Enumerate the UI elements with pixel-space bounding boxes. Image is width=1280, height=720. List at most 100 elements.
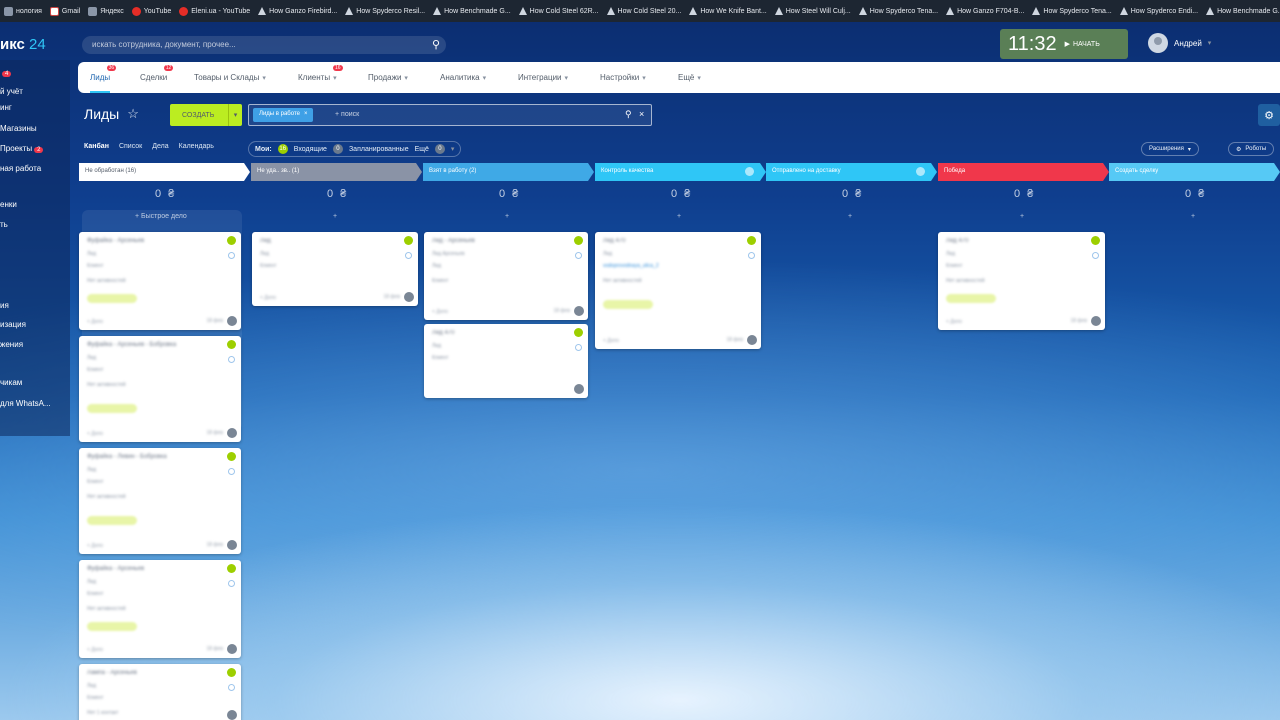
bookmark-item[interactable]: Gmail: [49, 6, 80, 16]
filter-chip[interactable]: Лиды в работе ×: [253, 108, 314, 122]
lead-card[interactable]: Фуфайка - Арсеньев Лид Клиент Нет активност…: [79, 232, 241, 330]
phone-icon[interactable]: [228, 580, 235, 587]
stage-header[interactable]: Контроль качества: [595, 163, 766, 181]
planned-label[interactable]: Запланированные: [349, 146, 409, 153]
phone-icon[interactable]: [748, 252, 755, 259]
bookmark-item[interactable]: Eleni.ua - YouTube: [179, 6, 250, 16]
gear-icon[interactable]: [916, 167, 925, 176]
phone-icon[interactable]: [228, 252, 235, 259]
bitrix-logo[interactable]: икс 24: [0, 36, 46, 53]
bookmark-item[interactable]: How We Knife Bant...: [689, 7, 767, 15]
tab-item[interactable]: Настройки ▾: [600, 62, 646, 93]
lead-card[interactable]: Лид Лид Клиент + Дело 18 фев: [252, 232, 418, 306]
card-title[interactable]: Фуфайка - Арсеньев: [87, 238, 144, 244]
phone-icon[interactable]: [575, 344, 582, 351]
add-activity-link[interactable]: + Дело: [87, 543, 103, 549]
lead-card[interactable]: Фуфайка - Левин - Бобровка Лид Клиент Нет а…: [79, 448, 241, 554]
add-activity-link[interactable]: + Дело: [87, 647, 103, 653]
sidebar-item[interactable]: чикам: [0, 378, 22, 387]
add-activity-link[interactable]: + Дело: [603, 338, 619, 344]
sidebar-item[interactable]: 4: [0, 68, 12, 77]
user-menu[interactable]: Андрей ▾: [1148, 33, 1211, 53]
tab-item[interactable]: Интеграции ▾: [518, 62, 568, 93]
sidebar-item[interactable]: ная работа: [0, 164, 41, 173]
extensions-button[interactable]: Расширения ▾: [1141, 142, 1199, 156]
tab-item[interactable]: Сделки 12: [140, 62, 174, 93]
lead-card[interactable]: Лампа - Арсеньев Лид Клиент Нет 1 контакт: [79, 664, 241, 720]
more-count[interactable]: 0: [434, 144, 445, 154]
tab-item[interactable]: Аналитика ▾: [440, 62, 486, 93]
card-title[interactable]: Лид 470: [603, 238, 625, 244]
view-tab[interactable]: Канбан: [84, 143, 109, 150]
bookmark-item[interactable]: How Ganzo Firebird...: [258, 7, 337, 15]
checkmark-icon[interactable]: [1091, 236, 1100, 245]
bookmark-item[interactable]: How Ganzo F704-B...: [946, 7, 1024, 15]
add-activity-link[interactable]: + Дело: [946, 319, 962, 325]
chevron-down-icon[interactable]: ▾: [228, 104, 242, 126]
star-icon[interactable]: ☆: [127, 106, 139, 122]
sidebar-item[interactable]: инг: [0, 103, 12, 112]
card-title[interactable]: Лид - Арсеньев: [432, 238, 475, 244]
gear-icon[interactable]: ⚙: [1258, 104, 1280, 126]
bookmark-item[interactable]: нология: [4, 6, 42, 16]
phone-icon[interactable]: [228, 468, 235, 475]
card-title[interactable]: Фуфайка - Левин - Бобровка: [87, 454, 167, 460]
bookmark-item[interactable]: How Benchmade G...: [1206, 7, 1280, 15]
lead-card[interactable]: Лид - Арсеньев Лид Арсеньев Лид Клиент + Дел…: [424, 232, 588, 320]
sidebar-item[interactable]: Магазины: [0, 124, 37, 133]
tab-item[interactable]: Клиенты 16 ▾: [298, 62, 343, 93]
close-icon[interactable]: ×: [304, 111, 308, 119]
incoming-label[interactable]: Входящие: [294, 146, 327, 153]
checkmark-icon[interactable]: [227, 668, 236, 677]
checkmark-icon[interactable]: [227, 564, 236, 573]
stage-header[interactable]: Не обработан (16): [79, 163, 250, 181]
start-workday-button[interactable]: ▶ НАЧАТЬ: [1065, 40, 1100, 49]
tab-item[interactable]: Продажи ▾: [368, 62, 408, 93]
sidebar-item[interactable]: ть: [0, 220, 8, 229]
stage-header[interactable]: Не уда.. зв.. (1): [251, 163, 422, 181]
lead-card[interactable]: Лид 470 Лид Клиент: [424, 324, 588, 398]
checkmark-icon[interactable]: [227, 340, 236, 349]
incoming-count[interactable]: 16: [277, 144, 288, 154]
bookmark-item[interactable]: How Steel Will Culj...: [774, 7, 851, 15]
sidebar-item[interactable]: жения: [0, 340, 23, 349]
checkmark-icon[interactable]: [574, 236, 583, 245]
lead-card[interactable]: Лид 470 Лид Клиент Нет активностей + Дело 18 …: [938, 232, 1105, 330]
sidebar-item[interactable]: для WhatsA...: [0, 399, 51, 408]
tab-item[interactable]: Товары и Склады ▾: [194, 62, 266, 93]
robots-button[interactable]: ⚙ Роботы: [1228, 142, 1275, 156]
tab-item[interactable]: Лиды 36: [90, 62, 117, 93]
add-activity-link[interactable]: + Дело: [432, 309, 448, 315]
checkmark-icon[interactable]: [747, 236, 756, 245]
lead-card[interactable]: Лид 470 Лид vodoprovodnaya_ulica_2 Нет акти…: [595, 232, 761, 349]
phone-icon[interactable]: [1092, 252, 1099, 259]
phone-icon[interactable]: [575, 252, 582, 259]
stage-header[interactable]: Создать сделку: [1109, 163, 1280, 181]
sidebar-item[interactable]: й учёт: [0, 87, 23, 96]
quick-add-button[interactable]: +: [677, 213, 681, 220]
add-activity-link[interactable]: + Дело: [260, 295, 276, 301]
card-title[interactable]: Лид: [260, 238, 271, 244]
card-title[interactable]: Фуфайка - Арсеньев - Бобровка: [87, 342, 176, 348]
search-icon[interactable]: ⚲: [432, 38, 440, 51]
tab-item[interactable]: Ещё ▾: [678, 62, 701, 93]
stage-header[interactable]: Победа: [938, 163, 1109, 181]
bookmark-item[interactable]: How Spyderco Tena...: [1032, 7, 1112, 15]
quick-add-button[interactable]: + Быстрое дело: [135, 213, 187, 220]
checkmark-icon[interactable]: [227, 236, 236, 245]
view-tab[interactable]: Дела: [152, 143, 168, 150]
stage-header[interactable]: Отправлено на доставку: [766, 163, 937, 181]
sidebar-item[interactable]: изация: [0, 320, 26, 329]
add-activity-link[interactable]: + Дело: [87, 319, 103, 325]
bookmark-item[interactable]: How Spyderco Tena...: [858, 7, 938, 15]
more-label[interactable]: Ещё: [415, 146, 429, 153]
bookmark-item[interactable]: How Cold Steel 62R...: [518, 7, 599, 15]
view-tab[interactable]: Календарь: [179, 143, 214, 150]
card-title[interactable]: Лампа - Арсеньев: [87, 670, 137, 676]
lead-card[interactable]: Фуфайка - Арсеньев - Бобровка Лид Клиент Не…: [79, 336, 241, 442]
bookmark-item[interactable]: How Spyderco Endi...: [1119, 7, 1198, 15]
sidebar-item[interactable]: енки: [0, 200, 17, 209]
phone-icon[interactable]: [228, 356, 235, 363]
global-search-input[interactable]: искать сотрудника, документ, прочее... ⚲: [82, 36, 446, 54]
quick-add-button[interactable]: +: [1020, 213, 1024, 220]
